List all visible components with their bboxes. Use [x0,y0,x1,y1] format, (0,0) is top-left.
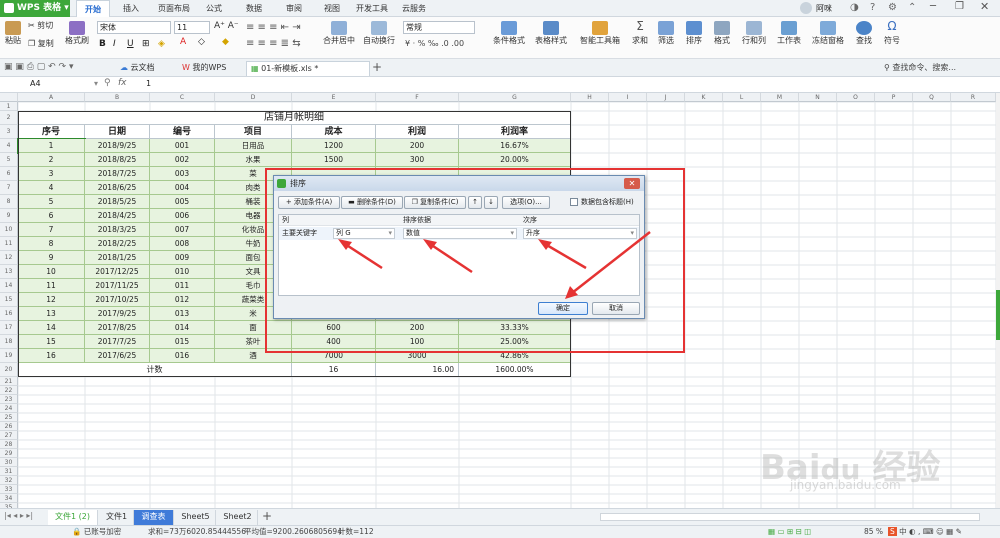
baidu-watermark-url: jingyan.baidu.com [790,478,901,492]
arrow-head-order [538,239,552,250]
arrow-to-ok [571,231,651,294]
arrow-to-basis [429,242,473,274]
arrow-head-ok [565,286,578,299]
arrow-to-order [544,242,587,270]
arrow-to-key [344,242,383,270]
